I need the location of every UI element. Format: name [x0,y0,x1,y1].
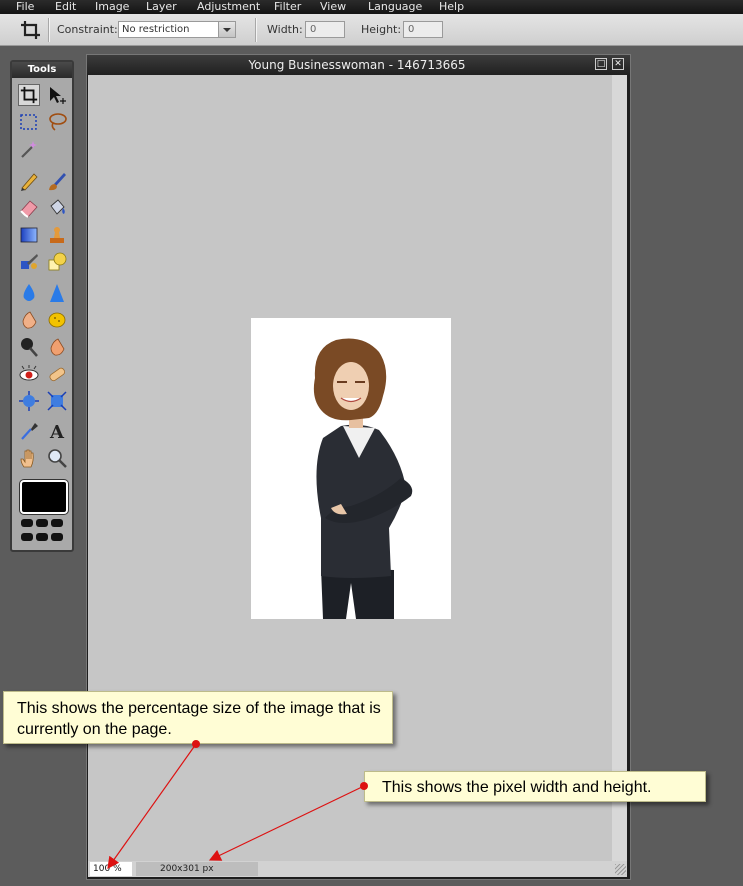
paint-bucket-icon[interactable] [46,197,68,219]
menu-edit[interactable]: Edit [55,0,76,13]
menu-file[interactable]: File [16,0,34,13]
image-dimensions: 200x301 px [136,862,258,876]
height-label: Height: [361,23,402,36]
size-callout: This shows the pixel width and height. [364,771,706,802]
sharpen-icon[interactable] [46,282,68,304]
menu-help[interactable]: Help [439,0,464,13]
document-titlebar[interactable]: Young Businesswoman - 146713665 □ ✕ [87,55,630,75]
magic-wand-icon[interactable] [18,138,40,160]
swatch-preset[interactable] [36,533,48,541]
swatch-preset[interactable] [21,533,33,541]
stamp-icon[interactable] [46,224,68,246]
options-bar: Constraint: No restriction Width: 0 Heig… [0,14,743,46]
move-icon[interactable] [46,84,68,106]
document-title: Young Businesswoman - 146713665 [248,58,466,72]
zoom-value: 100 [93,864,111,874]
crop-tool-icon[interactable] [20,20,42,40]
menu-adjustment[interactable]: Adjustment [197,0,260,13]
lasso-icon[interactable] [46,111,68,133]
pinch-icon[interactable] [46,390,68,412]
menu-filter[interactable]: Filter [274,0,301,13]
red-eye-icon[interactable] [18,363,40,385]
maximize-icon[interactable]: □ [595,58,607,70]
tools-title: Tools [12,62,72,78]
pencil-icon[interactable] [18,170,40,192]
constraint-select[interactable]: No restriction [118,21,236,38]
swatch-preset[interactable] [36,519,48,527]
swatch-preset[interactable] [51,519,63,527]
tools-panel: Tools A [10,60,74,552]
shape-icon[interactable] [46,251,68,273]
height-input[interactable]: 0 [403,21,443,38]
color-picker-icon[interactable] [18,420,40,442]
menu-layer[interactable]: Layer [146,0,177,13]
menu-bar: File Edit Image Layer Adjustment Filter … [0,0,743,14]
width-input[interactable]: 0 [305,21,345,38]
crop-icon[interactable] [18,84,40,106]
svg-text:A: A [49,422,65,442]
zoom-level-field[interactable]: 100 % [90,862,132,876]
gradient-icon[interactable] [18,224,40,246]
width-label: Width: [267,23,303,36]
dodge-icon[interactable] [18,336,40,358]
color-replace-icon[interactable] [18,251,40,273]
menu-language[interactable]: Language [368,0,422,13]
bloat-icon[interactable] [18,390,40,412]
vertical-scrollbar[interactable] [612,75,627,861]
toolbar-separator [255,18,257,42]
constraint-label: Constraint: [57,23,118,36]
zoom-callout: This shows the percentage size of the im… [3,691,393,744]
menu-image[interactable]: Image [95,0,129,13]
zoom-unit: % [113,864,122,874]
smudge-icon[interactable] [18,309,40,331]
foreground-color-swatch[interactable] [20,480,68,514]
constraint-value: No restriction [122,24,190,35]
woman-photo [251,318,451,619]
eraser-icon[interactable] [18,197,40,219]
toolbar-separator [48,18,50,42]
spot-heal-icon[interactable] [46,363,68,385]
swatch-preset[interactable] [21,519,33,527]
menu-view[interactable]: View [320,0,346,13]
blur-icon[interactable] [18,282,40,304]
marquee-icon[interactable] [18,111,40,133]
chevron-down-icon[interactable] [218,22,235,37]
burn-icon[interactable] [46,336,68,358]
resize-grip[interactable] [615,864,626,875]
sponge-icon[interactable] [46,309,68,331]
zoom-icon[interactable] [46,447,68,469]
type-icon[interactable]: A [46,420,68,442]
brush-icon[interactable] [46,170,68,192]
close-icon[interactable]: ✕ [612,58,624,70]
hand-icon[interactable] [18,447,40,469]
swatch-preset[interactable] [51,533,63,541]
